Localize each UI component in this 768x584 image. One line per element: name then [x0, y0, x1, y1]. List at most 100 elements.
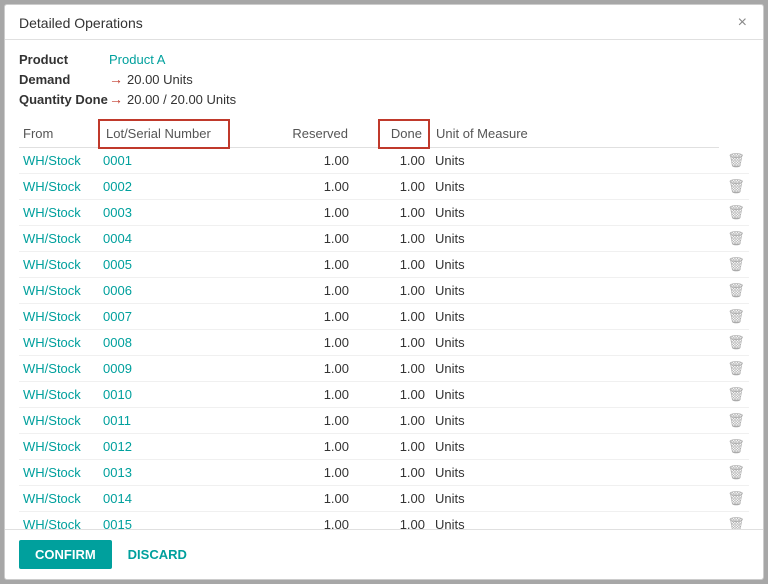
cell-delete: 🗑 [719, 148, 749, 174]
cell-lot: 0002 [99, 173, 229, 199]
cell-from: WH/Stock [19, 355, 99, 381]
delete-row-button[interactable]: 🗑 [727, 308, 745, 325]
delete-row-button[interactable]: 🗑 [727, 152, 745, 169]
discard-button[interactable]: DISCARD [124, 540, 191, 569]
table-row: WH/Stock 0013 1.00 1.00 Units 🗑 [19, 459, 749, 485]
modal-footer: CONFIRM DISCARD [5, 529, 763, 579]
cell-lot: 0010 [99, 381, 229, 407]
table-row: WH/Stock 0005 1.00 1.00 Units 🗑 [19, 251, 749, 277]
cell-unit: Units [429, 225, 719, 251]
cell-delete: 🗑 [719, 251, 749, 277]
delete-row-button[interactable]: 🗑 [727, 438, 745, 455]
cell-reserved: 1.00 [229, 225, 379, 251]
cell-delete: 🗑 [719, 173, 749, 199]
demand-label: Demand [19, 72, 109, 87]
table-row: WH/Stock 0008 1.00 1.00 Units 🗑 [19, 329, 749, 355]
qty-done-row: Quantity Done → 20.00 / 20.00 Units [19, 91, 749, 107]
delete-row-button[interactable]: 🗑 [727, 516, 745, 530]
modal-title: Detailed Operations [19, 15, 143, 31]
cell-reserved: 1.00 [229, 459, 379, 485]
table-row: WH/Stock 0009 1.00 1.00 Units 🗑 [19, 355, 749, 381]
delete-row-button[interactable]: 🗑 [727, 204, 745, 221]
qty-done-arrow-icon: → [109, 91, 123, 107]
demand-value: 20.00 Units [127, 72, 193, 87]
table-header-row: From Lot/Serial Number Reserved Done Uni… [19, 120, 749, 148]
cell-reserved: 1.00 [229, 148, 379, 174]
cell-delete: 🗑 [719, 199, 749, 225]
cell-reserved: 1.00 [229, 277, 379, 303]
cell-unit: Units [429, 173, 719, 199]
table-row: WH/Stock 0002 1.00 1.00 Units 🗑 [19, 173, 749, 199]
cell-lot: 0014 [99, 485, 229, 511]
operations-table: From Lot/Serial Number Reserved Done Uni… [19, 119, 749, 529]
cell-from: WH/Stock [19, 225, 99, 251]
product-row: Product Product A [19, 52, 749, 67]
cell-reserved: 1.00 [229, 251, 379, 277]
table-row: WH/Stock 0004 1.00 1.00 Units 🗑 [19, 225, 749, 251]
table-row: WH/Stock 0010 1.00 1.00 Units 🗑 [19, 381, 749, 407]
cell-unit: Units [429, 381, 719, 407]
cell-lot: 0008 [99, 329, 229, 355]
cell-delete: 🗑 [719, 407, 749, 433]
delete-row-button[interactable]: 🗑 [727, 464, 745, 481]
cell-from: WH/Stock [19, 199, 99, 225]
info-section: Product Product A Demand → 20.00 Units Q… [5, 40, 763, 119]
table-body: WH/Stock 0001 1.00 1.00 Units 🗑 WH/Stock… [19, 148, 749, 530]
table-row: WH/Stock 0015 1.00 1.00 Units 🗑 [19, 511, 749, 529]
demand-row: Demand → 20.00 Units [19, 71, 749, 87]
cell-done: 1.00 [379, 459, 429, 485]
cell-unit: Units [429, 355, 719, 381]
col-lot-serial: Lot/Serial Number [99, 120, 229, 148]
cell-reserved: 1.00 [229, 433, 379, 459]
delete-row-button[interactable]: 🗑 [727, 412, 745, 429]
cell-unit: Units [429, 303, 719, 329]
cell-reserved: 1.00 [229, 355, 379, 381]
cell-unit: Units [429, 199, 719, 225]
confirm-button[interactable]: CONFIRM [19, 540, 112, 569]
cell-lot: 0006 [99, 277, 229, 303]
cell-reserved: 1.00 [229, 173, 379, 199]
col-reserved: Reserved [229, 120, 379, 148]
cell-from: WH/Stock [19, 251, 99, 277]
col-from: From [19, 120, 99, 148]
cell-reserved: 1.00 [229, 511, 379, 529]
delete-row-button[interactable]: 🗑 [727, 386, 745, 403]
modal-overlay: Detailed Operations × Product Product A … [0, 0, 768, 584]
cell-lot: 0013 [99, 459, 229, 485]
cell-done: 1.00 [379, 511, 429, 529]
delete-row-button[interactable]: 🗑 [727, 178, 745, 195]
table-wrapper: From Lot/Serial Number Reserved Done Uni… [5, 119, 763, 529]
delete-row-button[interactable]: 🗑 [727, 490, 745, 507]
cell-from: WH/Stock [19, 381, 99, 407]
close-button[interactable]: × [736, 15, 749, 31]
cell-from: WH/Stock [19, 433, 99, 459]
cell-done: 1.00 [379, 277, 429, 303]
cell-done: 1.00 [379, 433, 429, 459]
table-row: WH/Stock 0012 1.00 1.00 Units 🗑 [19, 433, 749, 459]
delete-row-button[interactable]: 🗑 [727, 256, 745, 273]
cell-delete: 🗑 [719, 303, 749, 329]
delete-row-button[interactable]: 🗑 [727, 360, 745, 377]
cell-lot: 0015 [99, 511, 229, 529]
cell-done: 1.00 [379, 173, 429, 199]
product-value: Product A [109, 52, 165, 67]
cell-done: 1.00 [379, 251, 429, 277]
product-label: Product [19, 52, 109, 67]
cell-unit: Units [429, 485, 719, 511]
cell-done: 1.00 [379, 329, 429, 355]
col-done: Done [379, 120, 429, 148]
cell-lot: 0004 [99, 225, 229, 251]
modal: Detailed Operations × Product Product A … [4, 4, 764, 580]
table-row: WH/Stock 0001 1.00 1.00 Units 🗑 [19, 148, 749, 174]
table-row: WH/Stock 0011 1.00 1.00 Units 🗑 [19, 407, 749, 433]
cell-done: 1.00 [379, 355, 429, 381]
col-unit-measure: Unit of Measure [429, 120, 719, 148]
cell-unit: Units [429, 459, 719, 485]
delete-row-button[interactable]: 🗑 [727, 334, 745, 351]
delete-row-button[interactable]: 🗑 [727, 230, 745, 247]
cell-reserved: 1.00 [229, 199, 379, 225]
cell-reserved: 1.00 [229, 407, 379, 433]
cell-done: 1.00 [379, 199, 429, 225]
delete-row-button[interactable]: 🗑 [727, 282, 745, 299]
cell-lot: 0011 [99, 407, 229, 433]
